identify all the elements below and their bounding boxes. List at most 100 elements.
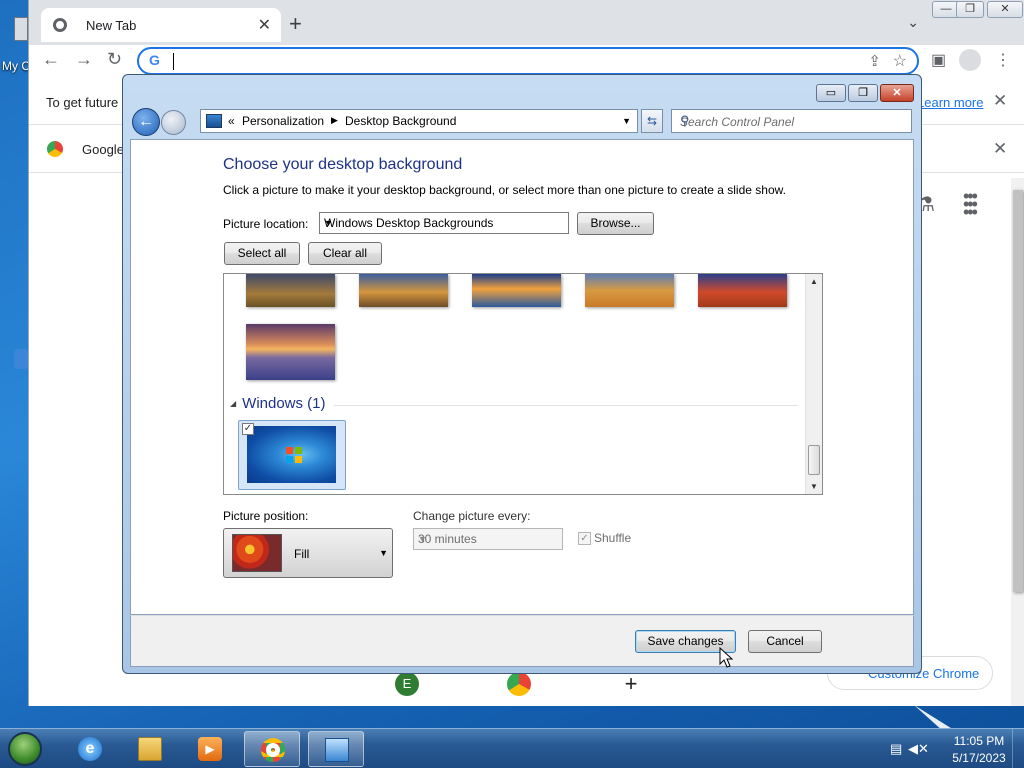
page-description: Click a picture to make it your desktop … [223,183,786,197]
dialog-close-button[interactable]: ✕ [880,84,914,102]
profile-avatar[interactable] [959,49,981,71]
taskbar-internet-explorer[interactable]: e [62,731,118,767]
dialog-maximize-button[interactable]: ❐ [848,84,878,102]
tab-strip: New Tab ✕ + ⌄ — ❐ ✕ [29,0,1024,50]
wallpaper-thumbnail[interactable] [472,274,561,307]
tab-new-tab[interactable]: New Tab ✕ [41,8,281,42]
wallpaper-thumbnail[interactable] [246,324,335,380]
text-cursor [173,53,174,70]
address-bar[interactable]: G ⇪ ☆ [137,47,919,75]
select-all-button[interactable]: Select all [224,242,300,265]
wallpaper-thumbnail[interactable] [246,274,335,307]
desktop-icon-label: My C [2,59,30,73]
scroll-up-icon[interactable]: ▲ [810,277,818,286]
learn-more-link[interactable]: Learn more [917,95,983,110]
network-icon[interactable]: ▤ [890,741,902,757]
share-icon[interactable]: ⇪ [868,52,881,70]
google-apps-icon[interactable]: ••• ••• ••• [963,187,978,221]
window-maximize-button[interactable]: ❐ [956,1,984,18]
group-header-windows[interactable]: ◢ Windows (1) [230,395,326,412]
clock-time[interactable]: 11:05 PM [944,734,1014,748]
chevron-down-icon: ▼ [418,534,427,544]
new-tab-button[interactable]: + [289,11,302,37]
desktop-icon-my-computer[interactable]: My C [0,15,30,77]
window-close-button[interactable]: ✕ [987,1,1023,18]
refresh-button[interactable]: ⇆ [641,109,663,133]
back-button[interactable]: ← [132,108,160,136]
position-preview-image [232,534,282,572]
tab-title: New Tab [86,18,137,33]
address-dropdown-icon[interactable]: ▼ [622,116,631,126]
page-title: Choose your desktop background [223,156,463,173]
gallery-scrollbar-thumb[interactable] [808,445,820,475]
info-bar-close-icon[interactable]: ✕ [993,91,1007,111]
menu-kebab-icon[interactable]: ⋮ [995,50,1011,70]
mouse-pointer-icon [719,647,733,668]
picture-location-label: Picture location: [223,217,309,231]
wallpaper-thumbnail[interactable] [698,274,787,307]
wallpaper-thumbnail-selected[interactable]: ✓ [238,420,346,490]
address-breadcrumb[interactable]: « Personalization ▶ Desktop Background ▼ [200,109,638,133]
bookmark-label: Google [82,142,124,157]
page-scrollbar[interactable] [1011,178,1024,706]
taskbar-media-player[interactable]: ▶ [182,731,238,767]
add-shortcut-button[interactable]: + [619,672,643,696]
taskbar-control-panel[interactable] [308,731,364,767]
tab-close-icon[interactable]: ✕ [258,15,271,35]
clear-all-button[interactable]: Clear all [308,242,382,265]
background-gallery: ◢ Windows (1) ✓ ▲ ▼ [223,273,823,495]
reload-icon[interactable]: ↻ [107,49,122,70]
dialog-minimize-button[interactable]: ▭ [816,84,846,102]
clock-date[interactable]: 5/17/2023 [944,751,1014,765]
shuffle-checkbox[interactable]: ✓ [578,532,591,545]
internet-explorer-icon [14,349,28,369]
picture-position-value: Fill [294,547,310,561]
info-bar-message: To get future [46,95,119,110]
promo-close-icon[interactable]: ✕ [993,139,1007,159]
taskbar-windows-explorer[interactable] [122,731,178,767]
browse-button[interactable]: Browse... [577,212,654,235]
scrollbar-thumb[interactable] [1013,190,1023,592]
wallpaper-checkbox[interactable]: ✓ [242,423,254,435]
scroll-down-icon[interactable]: ▼ [810,482,818,491]
forward-arrow-icon[interactable]: → [75,49,93,70]
breadcrumb-personalization[interactable]: Personalization [242,114,324,128]
control-panel-icon [325,738,349,762]
tab-search-chevron-icon[interactable]: ⌄ [907,14,919,31]
wallpaper-thumbnail[interactable] [585,274,674,307]
shortcut-chrome-icon[interactable] [507,672,531,696]
search-icon[interactable]: ⚲ [680,113,907,129]
google-icon: G [149,52,160,68]
change-picture-select[interactable]: 30 minutes ▼ [413,528,563,550]
show-desktop-button[interactable] [1012,729,1024,768]
cancel-button[interactable]: Cancel [748,630,822,653]
dialog-content: Choose your desktop background Click a p… [130,139,914,615]
bookmark-star-icon[interactable]: ☆ [893,51,907,71]
breadcrumb-separator-icon[interactable]: ▶ [331,115,338,126]
search-control-panel-input[interactable]: Search Control Panel ⚲ [671,109,912,133]
chevron-down-icon: ▼ [324,218,333,228]
computer-icon [14,17,28,41]
side-panel-icon[interactable]: ▣ [931,50,946,70]
shuffle-label: Shuffle [594,531,632,545]
back-arrow-icon[interactable]: ← [42,49,60,70]
taskbar-chrome[interactable] [244,731,300,767]
shortcut-e[interactable]: E [395,672,419,696]
picture-location-select[interactable]: Windows Desktop Backgrounds ▼ [319,212,569,234]
collapse-triangle-icon[interactable]: ◢ [230,399,236,408]
wallpaper-thumbnail[interactable] [359,274,448,307]
forward-button[interactable] [161,110,186,135]
start-button[interactable] [4,729,46,768]
breadcrumb-overflow[interactable]: « [228,114,235,128]
browser-toolbar: ← → ↻ G ⇪ ☆ ▣ ⋮ [29,45,1024,77]
dialog-footer: Save changes Cancel [130,615,914,667]
picture-position-select[interactable]: Fill ▼ [223,528,393,578]
picture-position-label: Picture position: [223,509,309,523]
breadcrumb-desktop-background[interactable]: Desktop Background [345,114,456,128]
volume-muted-icon[interactable]: ◀✕ [908,741,929,757]
windows-logo-icon [286,447,302,463]
windows-wallpaper-image [247,426,336,483]
gallery-scrollbar[interactable]: ▲ ▼ [805,274,822,494]
desktop-icon-internet-explorer[interactable]: InE [0,345,44,413]
system-tray: ▤ ◀✕ 11:05 PM 5/17/2023 [884,729,1024,768]
